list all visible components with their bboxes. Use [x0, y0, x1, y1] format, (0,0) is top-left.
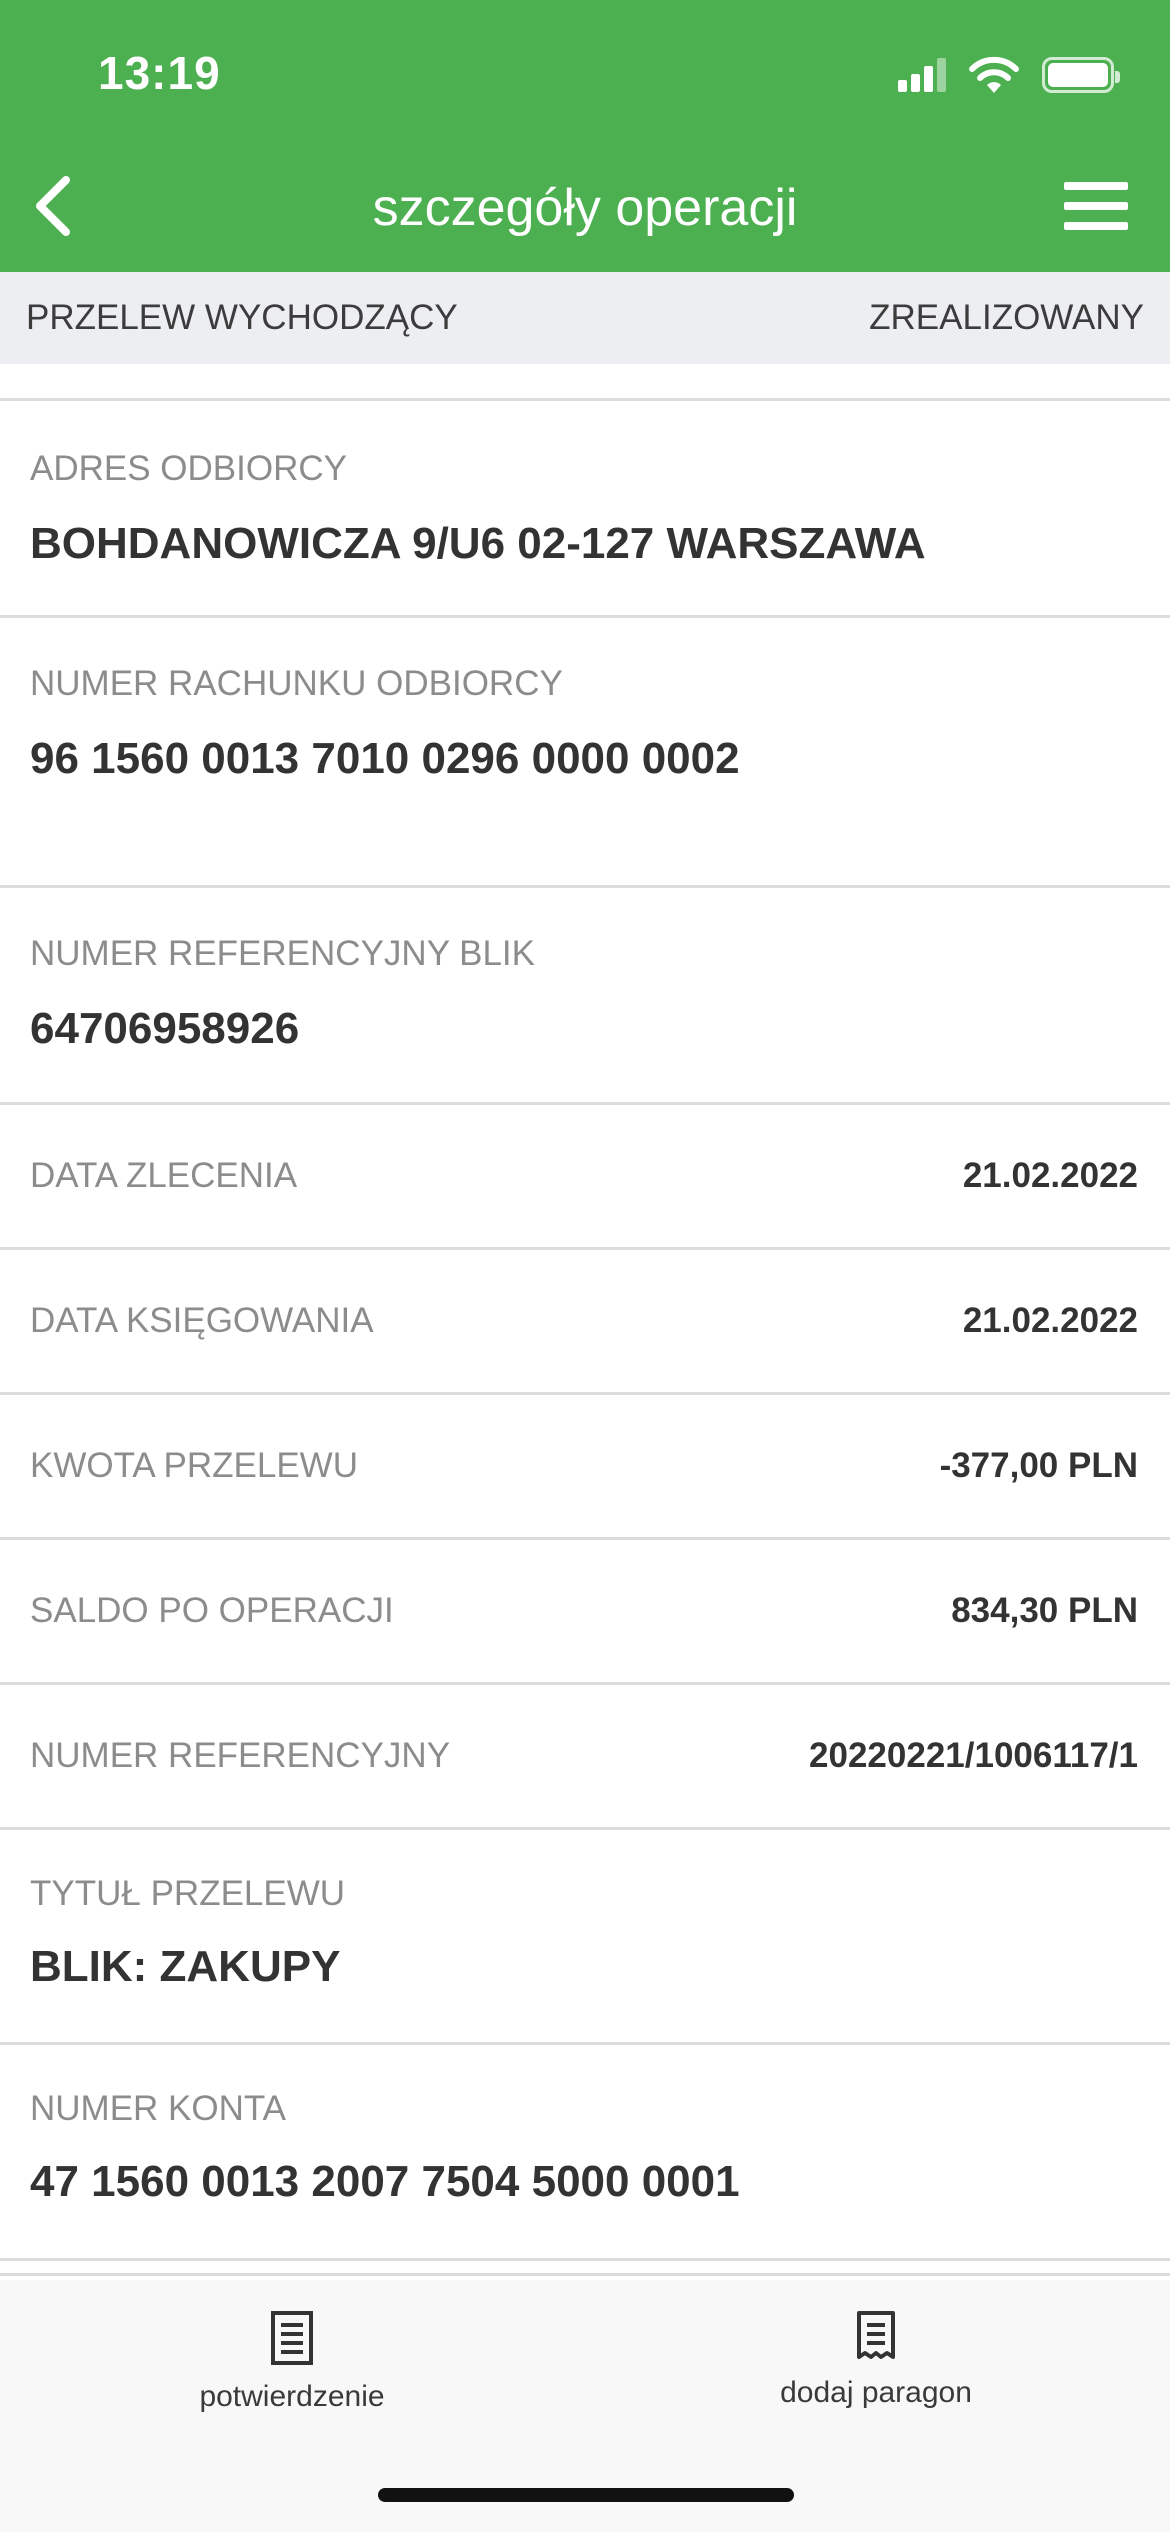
cellular-signal-icon: [898, 58, 946, 92]
screen: 13:19 szczegóły operacji PRZELEW WYCHODZ…: [0, 0, 1170, 2532]
add-receipt-button[interactable]: dodaj paragon: [696, 2310, 1056, 2410]
receipt-icon: [857, 2311, 895, 2359]
detail-row-account: NUMER KONTA 47 1560 0013 2007 7504 5000 …: [0, 2045, 1170, 2261]
detail-label: KWOTA PRZELEWU: [30, 1446, 358, 1485]
detail-row-amount: KWOTA PRZELEWU -377,00 PLN: [0, 1395, 1170, 1540]
detail-label: SALDO PO OPERACJI: [30, 1591, 394, 1630]
battery-icon: [1042, 57, 1120, 93]
detail-row-recipient-address: ADRES ODBIORCY BOHDANOWICZA 9/U6 02-127 …: [0, 401, 1170, 618]
transaction-status: ZREALIZOWANY: [869, 298, 1144, 337]
detail-label: NUMER REFERENCYJNY BLIK: [30, 934, 536, 973]
menu-button[interactable]: [1064, 178, 1128, 234]
document-icon: [271, 2311, 313, 2365]
detail-value: 20220221/1006117/1: [809, 1736, 1138, 1775]
detail-label: DATA KSIĘGOWANIA: [30, 1301, 374, 1340]
status-time: 13:19: [98, 47, 221, 99]
transaction-type: PRZELEW WYCHODZĄCY: [26, 298, 458, 337]
detail-value: 64706958926: [30, 1004, 300, 1053]
detail-value: 21.02.2022: [962, 1156, 1138, 1195]
detail-value: 834,30 PLN: [951, 1591, 1138, 1630]
detail-row-blik-reference: NUMER REFERENCYJNY BLIK 64706958926: [0, 888, 1170, 1105]
detail-row-balance-after: SALDO PO OPERACJI 834,30 PLN: [0, 1540, 1170, 1685]
detail-value: 96 1560 0013 7010 0296 0000 0002: [30, 734, 740, 783]
detail-row-transfer-title: TYTUŁ PRZELEWU BLIK: ZAKUPY: [0, 1830, 1170, 2045]
detail-label: DATA ZLECENIA: [30, 1156, 298, 1195]
detail-value: BLIK: ZAKUPY: [30, 1942, 341, 1991]
detail-value: 21.02.2022: [962, 1301, 1138, 1340]
bottom-action-bar: potwierdzenie dodaj paragon: [0, 2280, 1170, 2532]
wifi-icon: [969, 56, 1019, 93]
detail-label: NUMER RACHUNKU ODBIORCY: [30, 664, 563, 703]
detail-row-order-date: DATA ZLECENIA 21.02.2022: [0, 1105, 1170, 1250]
transaction-summary-bar: PRZELEW WYCHODZĄCY ZREALIZOWANY: [0, 272, 1170, 364]
page-title: szczegóły operacji: [372, 179, 798, 237]
status-icons: [898, 52, 1120, 98]
detail-label: ADRES ODBIORCY: [30, 449, 347, 488]
detail-row-reference: NUMER REFERENCYJNY 20220221/1006117/1: [0, 1685, 1170, 1830]
detail-label: NUMER KONTA: [30, 2089, 287, 2128]
detail-row-recipient-account: NUMER RACHUNKU ODBIORCY 96 1560 0013 701…: [0, 618, 1170, 888]
hamburger-menu-icon: [1064, 182, 1128, 190]
confirmation-button[interactable]: potwierdzenie: [112, 2310, 472, 2414]
add-receipt-label: dodaj paragon: [780, 2376, 972, 2409]
detail-label: NUMER REFERENCYJNY: [30, 1736, 451, 1775]
home-indicator[interactable]: [378, 2488, 794, 2502]
detail-value: 47 1560 0013 2007 7504 5000 0001: [30, 2157, 740, 2206]
detail-row-posting-date: DATA KSIĘGOWANIA 21.02.2022: [0, 1250, 1170, 1395]
confirmation-label: potwierdzenie: [199, 2380, 385, 2413]
detail-label: TYTUŁ PRZELEWU: [30, 1874, 346, 1913]
app-header: 13:19 szczegóły operacji: [0, 0, 1170, 272]
detail-value: -377,00 PLN: [939, 1446, 1138, 1485]
divider: [0, 2273, 1170, 2276]
detail-value: BOHDANOWICZA 9/U6 02-127 WARSZAWA: [30, 519, 926, 568]
